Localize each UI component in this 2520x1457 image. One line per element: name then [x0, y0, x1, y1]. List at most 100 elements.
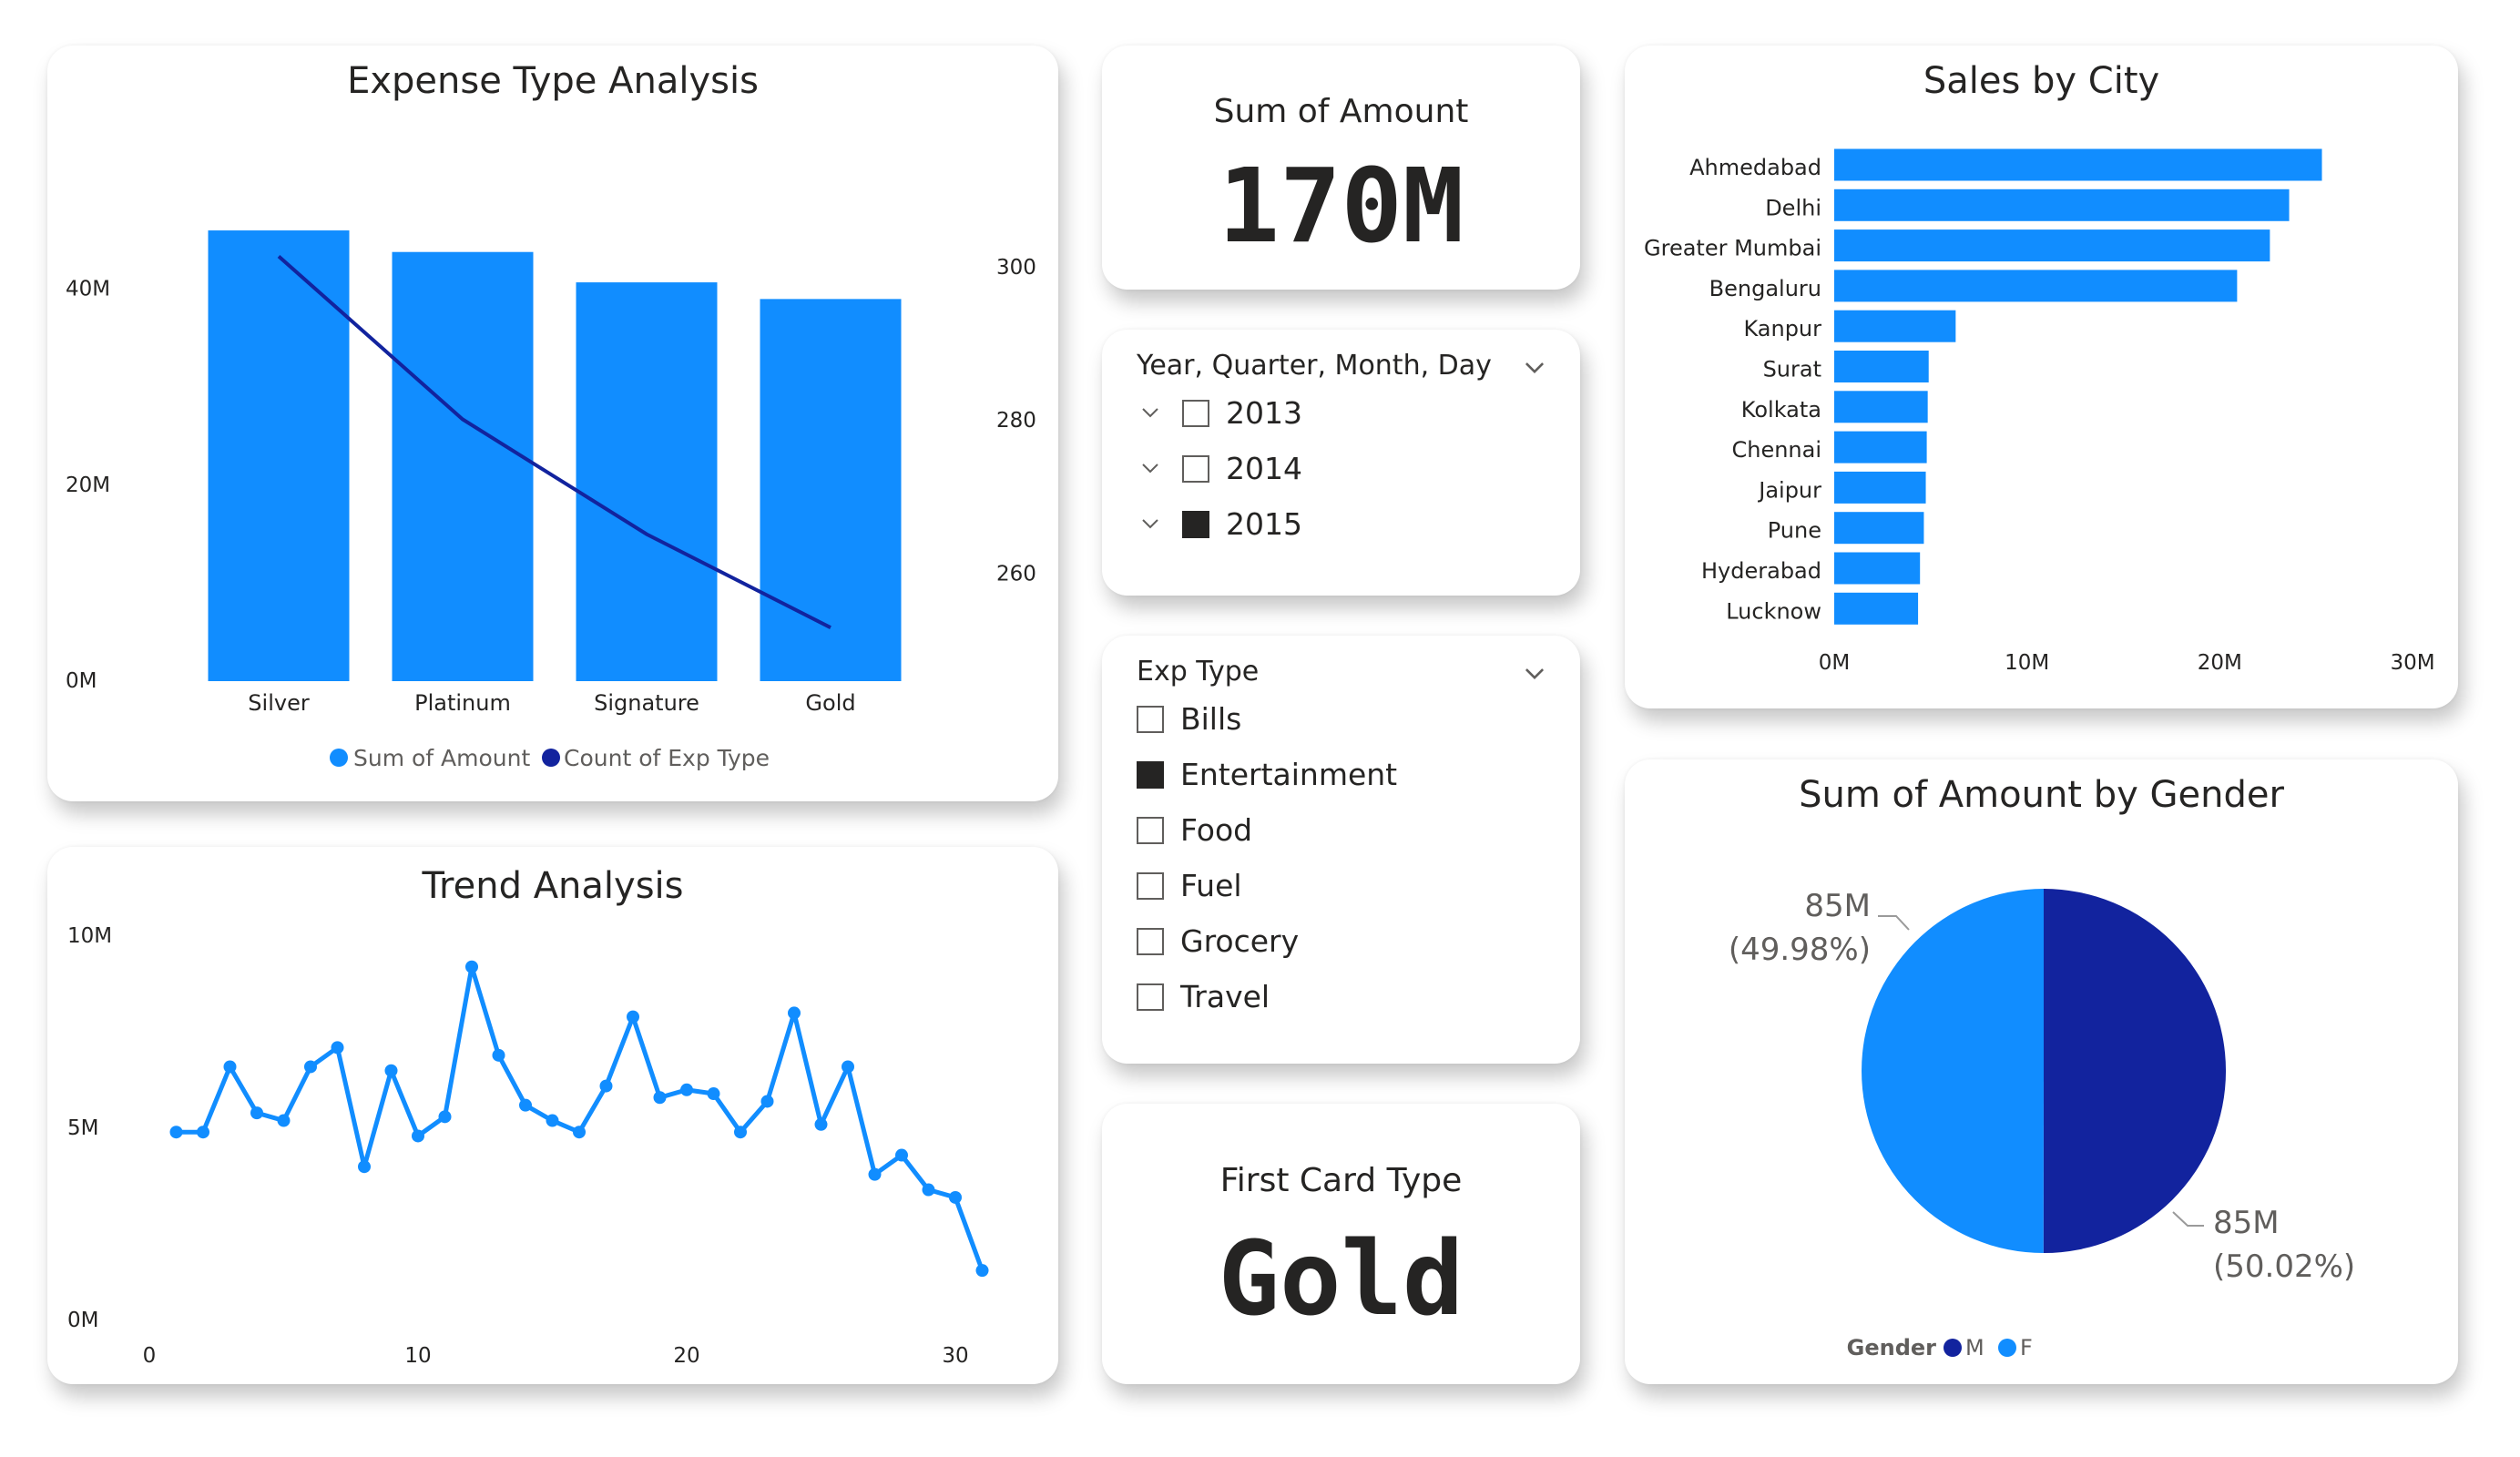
data-label-percent: (50.02%)	[2213, 1248, 2355, 1285]
date-slicer-item-2013[interactable]: 2013	[1138, 395, 1302, 431]
checkbox[interactable]	[1137, 816, 1164, 844]
date-hierarchy-slicer[interactable]: Year, Quarter, Month, Day 2013 2014 2015	[1102, 330, 1580, 596]
x-axis-tick-label: 10M	[2005, 651, 2049, 675]
bar-ahmedabad	[1834, 148, 2322, 181]
exp-slicer-item-fuel[interactable]: Fuel	[1137, 868, 1242, 903]
exp-type-slicer[interactable]: Exp Type Bills Entertainment Food Fuel Groce…	[1102, 636, 1580, 1064]
data-label-value: 85M	[1804, 888, 1871, 924]
date-slicer-item-2015[interactable]: 2015	[1138, 506, 1302, 542]
x-axis-tick-label: Gold	[805, 690, 855, 716]
trend-point	[868, 1167, 882, 1181]
y-axis-tick-label: 0M	[66, 669, 97, 693]
exp-slicer-item-food[interactable]: Food	[1137, 812, 1252, 848]
exp-slicer-item-entertainment[interactable]: Entertainment	[1137, 757, 1397, 792]
checkbox[interactable]	[1182, 510, 1209, 538]
x-axis-tick-label: 20M	[2198, 651, 2242, 675]
bar-chennai	[1834, 431, 1927, 464]
expense-chart: 0M 20M 40M 260 280 300 Silver Platinum Signature…	[66, 230, 1036, 771]
checkbox[interactable]	[1182, 399, 1209, 427]
bar-lucknow	[1834, 592, 1919, 625]
y-axis-tick-label: Ahmedabad	[1689, 155, 1821, 180]
trend-point	[465, 960, 478, 973]
x-axis-tick-label: Platinum	[414, 690, 511, 716]
legend-title: Gender	[1847, 1335, 1937, 1360]
legend-dot-sum-of-amount	[330, 749, 348, 767]
bar-kolkata	[1834, 391, 1928, 423]
pie-slice-f	[1862, 889, 2044, 1253]
bar-jaipur	[1834, 471, 1926, 504]
x-axis-tick-label: 30	[942, 1344, 968, 1368]
trend-point	[680, 1083, 693, 1096]
trend-point	[384, 1064, 398, 1077]
chevron-down-icon[interactable]	[1138, 516, 1162, 533]
y-axis-tick-label: Jaipur	[1757, 477, 1821, 503]
legend-dot-f	[1998, 1339, 2016, 1357]
chevron-down-icon[interactable]	[1523, 355, 1546, 379]
date-slicer-item-2014[interactable]: 2014	[1138, 451, 1302, 486]
y-axis-tick-label: Hyderabad	[1701, 558, 1821, 584]
legend-label-m: M	[1965, 1335, 1984, 1360]
trend-point	[492, 1048, 505, 1062]
checkbox[interactable]	[1137, 983, 1164, 1011]
trend-point	[277, 1114, 291, 1127]
y-axis-tick-label: Surat	[1763, 357, 1821, 382]
trend-analysis-card: Trend Analysis 0M 5M 10M 0 10 20 30	[47, 847, 1058, 1384]
bar-bengaluru	[1834, 270, 2238, 302]
x-axis-tick-label: Signature	[594, 690, 699, 716]
checkbox[interactable]	[1137, 760, 1164, 789]
exp-slicer-item-grocery[interactable]: Grocery	[1137, 923, 1299, 959]
date-slicer-item-label: 2014	[1226, 451, 1302, 486]
trend-point	[707, 1087, 720, 1101]
checkbox[interactable]	[1137, 927, 1164, 955]
kpi-card-type-label: First Card Type	[1219, 1162, 1463, 1199]
trend-point	[842, 1060, 854, 1074]
kpi-sum-amount-card: Sum of Amount 170M	[1102, 46, 1580, 290]
sales-by-city-card: Sales by City Ahmedabad Delhi Greater Mumb…	[1625, 46, 2458, 708]
checkbox[interactable]	[1137, 705, 1164, 733]
y-axis-tick-label: Chennai	[1731, 437, 1821, 463]
gender-chart: 85M (49.98%) 85M (50.02%) Gender M F	[1729, 888, 2355, 1360]
trend-point	[223, 1060, 237, 1074]
trend-point	[197, 1126, 209, 1139]
y-axis-tick-label: Pune	[1768, 518, 1821, 544]
y-axis-tick-label: Kanpur	[1743, 316, 1821, 341]
exp-slicer-item-bills[interactable]: Bills	[1137, 701, 1241, 737]
x-axis-tick-label: 30M	[2390, 651, 2434, 675]
chevron-down-icon[interactable]	[1138, 405, 1162, 422]
y-axis-tick-label: Bengaluru	[1709, 276, 1821, 301]
trend-point	[922, 1183, 935, 1197]
x-axis-tick-label: Silver	[248, 690, 310, 716]
y-axis-tick-label: Greater Mumbai	[1644, 236, 1821, 261]
x-axis-tick-label: 0M	[1819, 651, 1850, 675]
trend-point	[438, 1110, 452, 1124]
city-chart: Ahmedabad Delhi Greater Mumbai Bengaluru Kan…	[1644, 148, 2435, 675]
trend-point	[250, 1106, 263, 1120]
checkbox[interactable]	[1137, 871, 1164, 900]
date-slicer-title: Year, Quarter, Month, Day	[1137, 350, 1492, 382]
data-label-percent: (49.98%)	[1729, 932, 1871, 968]
bar-greater-mumbai	[1834, 229, 2270, 262]
chevron-down-icon[interactable]	[1138, 461, 1162, 477]
date-slicer-item-label: 2013	[1226, 395, 1302, 431]
data-label-value: 85M	[2213, 1205, 2280, 1241]
y-axis-tick-label: 0M	[67, 1309, 98, 1332]
expense-type-card: Expense Type Analysis 0M 20M 40M 260 280 300 S…	[47, 46, 1058, 801]
y-axis-tick-label: 5M	[67, 1116, 98, 1140]
kpi-card-type-card: First Card Type Gold	[1102, 1104, 1580, 1384]
exp-slicer-item-travel[interactable]: Travel	[1137, 979, 1270, 1014]
trend-point	[573, 1126, 586, 1139]
trend-line	[176, 964, 985, 1272]
trend-point	[169, 1126, 183, 1139]
kpi-sum-amount-value: 170M	[1218, 148, 1464, 266]
chevron-down-icon[interactable]	[1523, 661, 1546, 685]
kpi-sum-amount-label: Sum of Amount	[1213, 93, 1469, 130]
pie-slice-m	[2043, 889, 2227, 1253]
exp-slicer-item-label: Grocery	[1180, 923, 1300, 959]
checkbox[interactable]	[1182, 454, 1209, 483]
y-axis-tick-label: 10M	[67, 924, 112, 948]
y-axis-tick-label: 40M	[66, 278, 110, 301]
y2-axis-tick-label: 280	[996, 409, 1036, 433]
kpi-card-type-value: Gold	[1218, 1220, 1464, 1339]
date-slicer-item-label: 2015	[1226, 506, 1302, 542]
legend-dot-count-of-exp-type	[542, 749, 560, 767]
